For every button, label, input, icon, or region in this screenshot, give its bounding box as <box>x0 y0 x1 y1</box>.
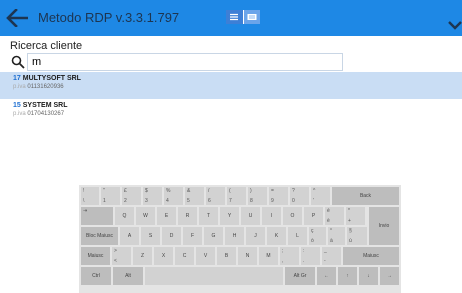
key-a[interactable]: A <box>120 227 139 245</box>
customer-vat: p.iva 01704130267 <box>13 111 65 117</box>
key-r[interactable]: R <box>178 207 197 225</box>
menu-icon[interactable] <box>226 10 244 24</box>
key-row1[interactable]: (7 <box>227 187 246 205</box>
key-minus[interactable]: _ - <box>322 247 341 265</box>
checkmark-icon[interactable] <box>448 20 462 30</box>
key-s[interactable]: S <box>141 227 160 245</box>
customer-name: 15 SYSTEM SRL <box>13 102 68 109</box>
key-h[interactable]: H <box>225 227 244 245</box>
alt-gr-key[interactable]: Alt Gr <box>285 267 315 285</box>
key-row1[interactable]: /6 <box>206 187 225 205</box>
key-w[interactable]: W <box>136 207 155 225</box>
key-u[interactable]: U <box>241 207 260 225</box>
arrow-down-key[interactable]: ↓ <box>359 267 378 285</box>
search-input[interactable] <box>27 53 343 71</box>
space-key[interactable] <box>145 267 283 285</box>
key-row1[interactable]: ? 0 <box>290 187 309 205</box>
key-i[interactable]: I <box>262 207 281 225</box>
key-row1[interactable]: ! \ <box>81 187 99 205</box>
key-y[interactable]: Y <box>220 207 239 225</box>
key-row1[interactable]: £2 <box>122 187 141 205</box>
key-row1[interactable]: = 9 <box>269 187 288 205</box>
arrow-right-key[interactable]: → <box>380 267 399 285</box>
key-q[interactable]: Q <box>115 207 134 225</box>
enter-key[interactable]: Invio <box>369 207 399 245</box>
key-e-accent[interactable]: éè <box>325 207 344 225</box>
title-bar: Metodo RDP v.3.3.1.797 <box>0 0 462 36</box>
key-v[interactable]: V <box>196 247 215 265</box>
customer-name: 17 MULTYSOFT SRL <box>13 75 81 82</box>
back-arrow-icon[interactable] <box>6 9 28 27</box>
key-t[interactable]: T <box>199 207 218 225</box>
key-row1[interactable]: & 5 <box>185 187 204 205</box>
list-item[interactable]: 15 SYSTEM SRL p.iva 01704130267 <box>0 99 462 127</box>
keyboard-icon[interactable] <box>243 10 260 24</box>
key-n[interactable]: N <box>238 247 257 265</box>
search-icon <box>11 55 25 69</box>
key-row1[interactable]: % 4 <box>164 187 183 205</box>
key-o-accent[interactable]: çò <box>309 227 326 245</box>
backspace-key[interactable]: Back <box>332 187 399 205</box>
customer-vat: p.iva 01131620936 <box>13 84 64 90</box>
key-p[interactable]: P <box>304 207 323 225</box>
key-j[interactable]: J <box>246 227 265 245</box>
key-f[interactable]: F <box>183 227 202 245</box>
keyboard-toggle-button[interactable] <box>226 10 260 24</box>
app-title: Metodo RDP v.3.3.1.797 <box>38 10 180 25</box>
key-k[interactable]: K <box>267 227 286 245</box>
key-period[interactable]: :. <box>301 247 320 265</box>
caps-lock-key[interactable]: Bloc Maiusc <box>81 227 118 245</box>
key-row1[interactable]: ^ ' <box>311 187 330 205</box>
key-e[interactable]: E <box>157 207 176 225</box>
key-b[interactable]: B <box>217 247 236 265</box>
key-l[interactable]: L <box>288 227 307 245</box>
alt-key[interactable]: Alt <box>113 267 143 285</box>
key-a-accent[interactable]: ° à <box>328 227 345 245</box>
key-row1[interactable]: ) 8 <box>248 187 267 205</box>
key-d[interactable]: D <box>162 227 181 245</box>
search-label: Ricerca cliente <box>10 40 83 52</box>
key-g[interactable]: G <box>204 227 223 245</box>
key-x[interactable]: X <box>154 247 173 265</box>
key-comma[interactable]: ;, <box>280 247 299 265</box>
key-z[interactable]: Z <box>133 247 152 265</box>
shift-left-key[interactable]: Maiusc <box>81 247 110 265</box>
key-row1[interactable]: " 1 <box>101 187 120 205</box>
tab-key[interactable]: ⇥ <box>81 207 113 225</box>
arrow-up-key[interactable]: ↑ <box>338 267 357 285</box>
key-angle[interactable]: > < <box>112 247 131 265</box>
arrow-left-key[interactable]: ← <box>317 267 336 285</box>
key-row1[interactable]: $3 <box>143 187 162 205</box>
key-plus[interactable]: * + <box>346 207 365 225</box>
key-c[interactable]: C <box>175 247 194 265</box>
key-u-accent[interactable]: § ù <box>347 227 367 245</box>
key-m[interactable]: M <box>259 247 278 265</box>
on-screen-keyboard: ! \ " 1 £2 $3 % 4 & 5 /6 (7 ) 8 = 9 ? 0 ^ ' Back… <box>79 185 401 293</box>
key-o[interactable]: O <box>283 207 302 225</box>
shift-right-key[interactable]: Maiusc <box>343 247 399 265</box>
list-item[interactable]: 17 MULTYSOFT SRL p.iva 01131620936 <box>0 72 462 100</box>
ctrl-key[interactable]: Ctrl <box>81 267 111 285</box>
